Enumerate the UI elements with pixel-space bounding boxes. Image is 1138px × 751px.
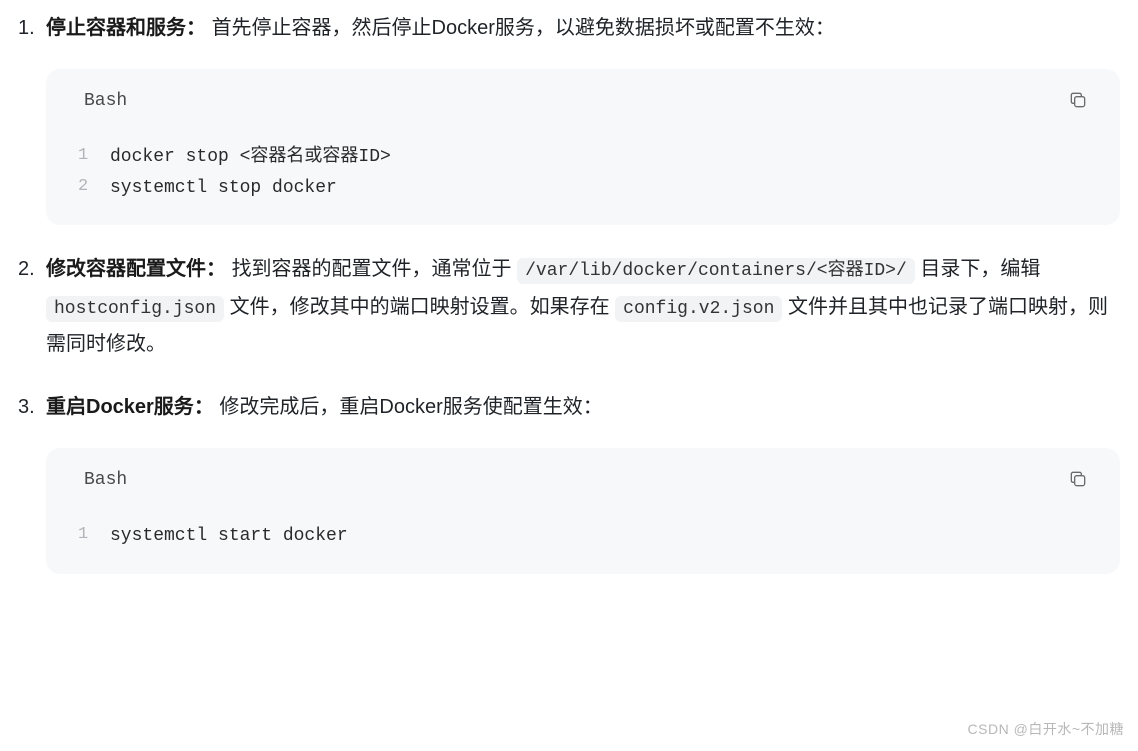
- code-language-label: Bash: [84, 85, 127, 118]
- line-content: systemctl stop docker: [110, 173, 337, 204]
- code-language-label: Bash: [84, 464, 127, 497]
- code-block: Bash 1 docker stop <容器名或容器ID> 2 systemct…: [46, 69, 1120, 225]
- code-content: 1 docker stop <容器名或容器ID> 2 systemctl sto…: [46, 128, 1120, 225]
- code-line: 1 systemctl start docker: [46, 521, 1120, 552]
- step-2: 修改容器配置文件： 找到容器的配置文件，通常位于 /var/lib/docker…: [18, 251, 1120, 363]
- code-line: 2 systemctl stop docker: [46, 173, 1120, 204]
- line-number: 2: [78, 173, 110, 204]
- copy-icon: [1068, 90, 1088, 113]
- inline-code-path: /var/lib/docker/containers/<容器ID>/: [517, 258, 915, 284]
- code-line: 1 docker stop <容器名或容器ID>: [46, 142, 1120, 173]
- copy-icon: [1068, 469, 1088, 492]
- line-content: docker stop <容器名或容器ID>: [110, 142, 391, 173]
- step-title: 修改容器配置文件: [46, 258, 206, 280]
- inline-code-hostconfig: hostconfig.json: [46, 296, 224, 322]
- copy-button[interactable]: [1064, 465, 1092, 496]
- line-content: systemctl start docker: [110, 521, 348, 552]
- line-number: 1: [78, 521, 110, 552]
- code-block: Bash 1 systemctl start docker: [46, 448, 1120, 574]
- code-content: 1 systemctl start docker: [46, 507, 1120, 574]
- watermark: CSDN @白开水~不加糖: [968, 717, 1124, 743]
- step-title: 停止容器和服务: [46, 17, 186, 39]
- step-3: 重启Docker服务： 修改完成后，重启Docker服务使配置生效： Bash …: [18, 389, 1120, 574]
- steps-list: 停止容器和服务： 首先停止容器，然后停止Docker服务，以避免数据损坏或配置不…: [18, 10, 1120, 574]
- code-header: Bash: [46, 69, 1120, 128]
- step-description: 首先停止容器，然后停止Docker服务，以避免数据损坏或配置不生效：: [212, 17, 835, 39]
- step-title: 重启Docker服务: [46, 396, 194, 418]
- step-description: 修改完成后，重启Docker服务使配置生效：: [219, 396, 602, 418]
- line-number: 1: [78, 142, 110, 173]
- code-header: Bash: [46, 448, 1120, 507]
- copy-button[interactable]: [1064, 86, 1092, 117]
- inline-code-configv2: config.v2.json: [615, 296, 782, 322]
- step-1: 停止容器和服务： 首先停止容器，然后停止Docker服务，以避免数据损坏或配置不…: [18, 10, 1120, 225]
